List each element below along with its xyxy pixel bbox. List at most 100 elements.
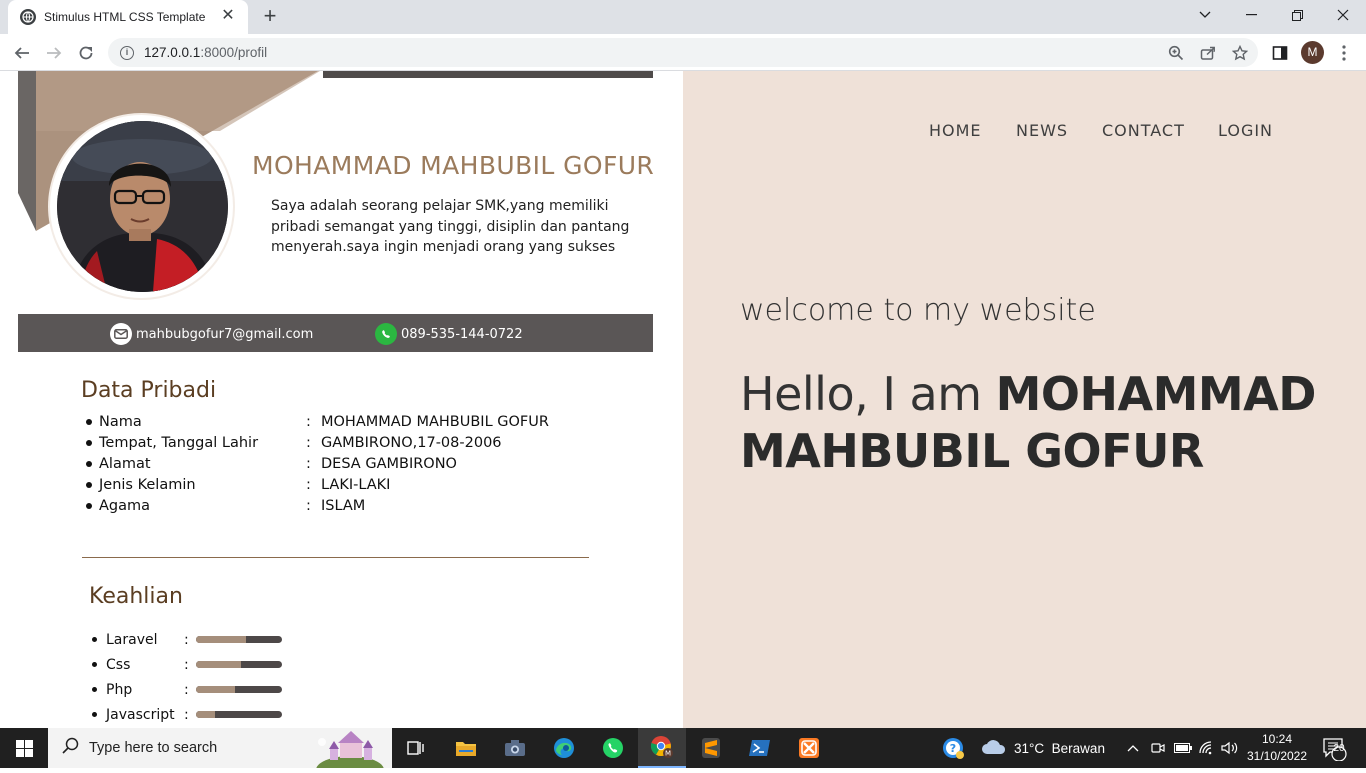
notification-count: 20 xyxy=(1333,743,1345,754)
list-item: Nama: MOHAMMAD MAHBUBIL GOFUR xyxy=(86,411,566,432)
list-item: Jenis Kelamin: LAKI-LAKI xyxy=(86,474,566,495)
nav-home[interactable]: HOME xyxy=(929,121,982,140)
colon: : xyxy=(306,476,311,493)
search-placeholder: Type here to search xyxy=(89,740,218,756)
new-tab-button[interactable]: + xyxy=(258,5,282,29)
bullet xyxy=(86,418,92,425)
cloud-icon xyxy=(981,739,1007,758)
side-panel-icon[interactable] xyxy=(1270,43,1290,63)
address-bar[interactable]: i 127.0.0.1:8000/profil xyxy=(108,38,1258,67)
close-window-button[interactable] xyxy=(1320,0,1366,30)
search-icon xyxy=(62,737,79,759)
tab-close-icon[interactable]: ✕ xyxy=(220,8,236,25)
site-info-icon[interactable]: i xyxy=(120,45,134,60)
skill-bar-fill xyxy=(196,636,246,643)
taskbar-clock[interactable]: 10:24 31/10/2022 xyxy=(1244,731,1310,765)
profile-photo xyxy=(57,121,228,292)
personal-value: LAKI-LAKI xyxy=(321,476,391,493)
skill-name: Laravel xyxy=(106,631,158,648)
minimize-button[interactable] xyxy=(1228,0,1274,30)
skill-bar-fill xyxy=(196,711,215,718)
bullet xyxy=(92,712,97,717)
restore-button[interactable] xyxy=(1274,0,1320,30)
xampp-icon[interactable] xyxy=(785,728,833,768)
wifi-icon[interactable] xyxy=(1199,728,1215,768)
colon: : xyxy=(306,413,311,430)
browser-toolbar: i 127.0.0.1:8000/profil M xyxy=(0,34,1366,71)
email-text: mahbubgofur7@gmail.com xyxy=(136,326,314,342)
sublime-text-icon[interactable] xyxy=(687,728,735,768)
personal-value: ISLAM xyxy=(321,497,366,514)
colon: : xyxy=(184,706,189,723)
svg-text:M: M xyxy=(665,750,671,758)
personal-key: Tempat, Tanggal Lahir xyxy=(99,434,259,451)
show-hidden-icons-chevron-icon[interactable] xyxy=(1127,728,1139,768)
skill-bar xyxy=(196,661,282,668)
reload-icon[interactable] xyxy=(73,40,99,66)
forward-arrow-icon[interactable] xyxy=(41,40,67,66)
edge-browser-icon[interactable] xyxy=(540,728,588,768)
search-highlight-illustration-icon xyxy=(310,728,390,773)
list-item: Laravel: xyxy=(92,627,312,652)
hero-greeting: Hello, I am xyxy=(740,367,996,421)
zoom-icon[interactable] xyxy=(1166,43,1186,63)
skill-bar-fill xyxy=(196,661,241,668)
tab-search-chevron-icon[interactable] xyxy=(1182,0,1228,30)
skills-list: Laravel: Css: Php: Javascript: xyxy=(92,627,312,727)
nav-contact[interactable]: CONTACT xyxy=(1102,121,1185,140)
share-icon[interactable] xyxy=(1198,43,1218,63)
list-item: Agama: ISLAM xyxy=(86,495,566,516)
powershell-icon[interactable] xyxy=(736,728,784,768)
battery-icon[interactable] xyxy=(1174,728,1192,768)
skill-name: Javascript xyxy=(106,706,175,723)
volume-icon[interactable] xyxy=(1221,728,1239,768)
weather-widget[interactable]: 31°C Berawan xyxy=(981,728,1105,768)
colon: : xyxy=(306,497,311,514)
section-divider xyxy=(82,557,589,558)
personal-value: DESA GAMBIRONO xyxy=(321,455,457,472)
globe-icon xyxy=(20,9,36,25)
personal-value: MOHAMMAD MAHBUBIL GOFUR xyxy=(321,413,549,430)
tab-title: Stimulus HTML CSS Template xyxy=(44,10,206,24)
list-item: Alamat: DESA GAMBIRONO xyxy=(86,453,566,474)
meet-now-icon[interactable] xyxy=(1151,728,1165,768)
personal-data-list: Nama: MOHAMMAD MAHBUBIL GOFUR Tempat, Tan… xyxy=(86,411,566,516)
profile-avatar[interactable]: M xyxy=(1301,41,1324,64)
colon: : xyxy=(306,434,311,451)
browser-tab[interactable]: Stimulus HTML CSS Template ✕ xyxy=(8,0,248,34)
list-item: Css: xyxy=(92,652,312,677)
chrome-app-icon[interactable]: M xyxy=(638,728,686,768)
bookmark-star-icon[interactable] xyxy=(1230,43,1250,63)
skill-bar xyxy=(196,636,282,643)
camera-app-icon[interactable] xyxy=(491,728,539,768)
task-view-icon[interactable] xyxy=(392,728,440,768)
personal-key: Jenis Kelamin xyxy=(99,476,196,493)
mail-icon xyxy=(110,323,132,345)
taskbar-search-box[interactable]: Type here to search xyxy=(48,728,392,773)
whatsapp-icon xyxy=(375,323,397,345)
more-menu-icon[interactable] xyxy=(1334,43,1354,63)
whatsapp-app-icon[interactable] xyxy=(589,728,637,768)
colon: : xyxy=(184,631,189,648)
personal-key: Alamat xyxy=(99,455,151,472)
bullet xyxy=(92,687,97,692)
clock-date: 31/10/2022 xyxy=(1246,749,1308,763)
page-viewport: MOHAMMAD MAHBUBIL GOFUR Saya adalah seor… xyxy=(0,71,1366,728)
url-text: 127.0.0.1:8000/profil xyxy=(144,45,267,60)
notification-center-icon[interactable]: 20 xyxy=(1322,728,1348,768)
windows-start-icon[interactable] xyxy=(0,728,48,768)
hero-section: HOME NEWS CONTACT LOGIN welcome to my we… xyxy=(683,71,1366,728)
file-explorer-icon[interactable] xyxy=(442,728,490,768)
back-arrow-icon[interactable] xyxy=(9,40,35,66)
nav-login[interactable]: LOGIN xyxy=(1218,121,1273,140)
bullet xyxy=(92,637,97,642)
url-path: :8000/profil xyxy=(200,45,268,60)
bullet xyxy=(86,502,92,509)
skills-title: Keahlian xyxy=(89,584,183,609)
list-item: Javascript: xyxy=(92,702,312,727)
personal-key: Nama xyxy=(99,413,142,430)
help-icon[interactable]: ? xyxy=(941,728,965,768)
welcome-text: welcome to my website xyxy=(740,293,1096,328)
nav-news[interactable]: NEWS xyxy=(1016,121,1068,140)
bullet xyxy=(86,460,92,467)
